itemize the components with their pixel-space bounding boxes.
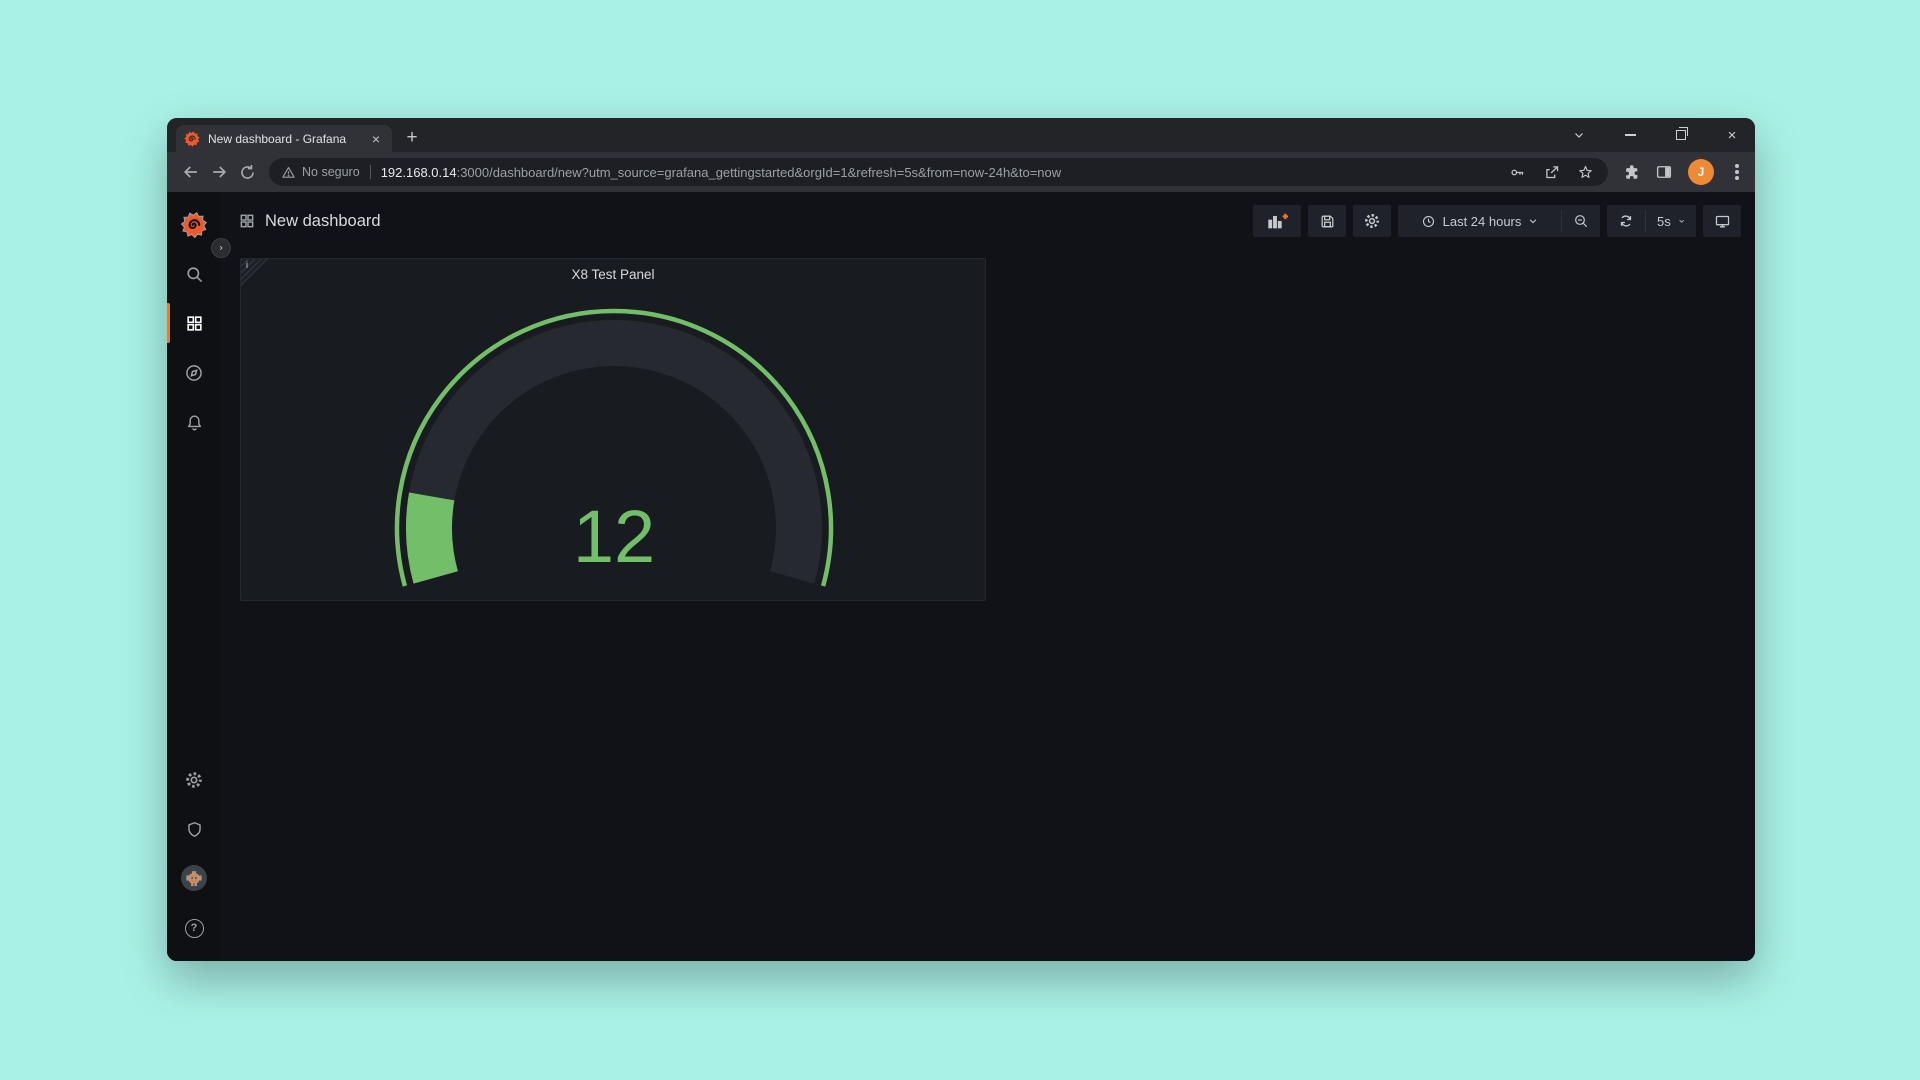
back-arrow-icon	[181, 162, 201, 182]
sidebar-item-help[interactable]: ?	[167, 916, 221, 940]
gauge-value-text: 12	[573, 495, 655, 578]
url-path: :3000/dashboard/new?utm_source=grafana_g…	[457, 165, 1062, 180]
sidebar-item-user-profile[interactable]	[167, 866, 221, 890]
chevron-down-icon	[1528, 216, 1538, 226]
dashboard-canvas: i X8 Test Panel 12	[221, 250, 1755, 601]
profile-avatar[interactable]: J	[1688, 159, 1714, 185]
time-controls: Last 24 hours	[1398, 205, 1600, 237]
browser-toolbar: No seguro 192.168.0.14:3000/dashboard/ne…	[167, 152, 1755, 192]
restore-button[interactable]	[1672, 126, 1690, 144]
sidebar-item-server-admin[interactable]	[167, 817, 221, 841]
dashboard-actions: Last 24 hours	[1253, 205, 1741, 237]
time-range-label: Last 24 hours	[1443, 214, 1522, 229]
refresh-interval-label: 5s	[1657, 214, 1671, 229]
info-icon: i	[246, 260, 248, 270]
window-close-button[interactable]: ×	[1723, 126, 1741, 144]
tab-close-icon[interactable]: ×	[368, 131, 384, 147]
dashboard-settings-button[interactable]	[1353, 205, 1391, 237]
restore-icon	[1676, 130, 1686, 140]
save-floppy-icon	[1319, 213, 1336, 230]
refresh-arrows-icon	[1618, 213, 1634, 229]
sidebar-item-dashboards[interactable]	[167, 311, 221, 335]
refresh-interval-picker[interactable]: 5s	[1646, 205, 1696, 237]
dashboards-grid-icon	[185, 314, 204, 333]
tab-strip: New dashboard - Grafana × + ×	[167, 118, 1755, 152]
tab-title: New dashboard - Grafana	[208, 132, 368, 146]
zoom-out-time-button[interactable]	[1562, 205, 1600, 237]
back-button[interactable]	[177, 158, 205, 186]
kiosk-mode-button[interactable]	[1703, 205, 1741, 237]
compass-icon	[184, 363, 204, 383]
panel-title[interactable]: X8 Test Panel	[241, 259, 985, 289]
reload-icon	[238, 163, 257, 182]
bell-icon	[185, 413, 204, 432]
sidebar-item-configuration[interactable]	[167, 768, 221, 792]
user-avatar-monster-icon	[183, 867, 205, 889]
zoom-out-magnifier-icon	[1573, 213, 1589, 229]
extensions-puzzle-icon[interactable]	[1622, 163, 1640, 181]
tab-search-chevron-icon[interactable]	[1570, 126, 1588, 144]
url-text[interactable]: 192.168.0.14:3000/dashboard/new?utm_sour…	[381, 165, 1497, 180]
new-tab-button[interactable]: +	[399, 125, 425, 151]
minimize-icon	[1625, 134, 1636, 136]
star-bookmark-icon[interactable]	[1577, 164, 1594, 181]
grafana-main: New dashboard	[221, 192, 1755, 961]
grafana-favicon-icon	[184, 131, 200, 147]
gauge-chart: 12	[241, 289, 985, 600]
help-question-icon: ?	[185, 919, 204, 938]
url-host: 192.168.0.14	[381, 165, 457, 180]
forward-button[interactable]	[205, 158, 233, 186]
kiosk-monitor-icon	[1714, 213, 1731, 230]
sidebar-item-alerting[interactable]	[167, 410, 221, 434]
key-icon[interactable]	[1509, 164, 1526, 181]
add-panel-button[interactable]	[1253, 205, 1301, 237]
side-panel-icon[interactable]	[1655, 163, 1673, 181]
chevron-right-icon	[218, 243, 224, 253]
share-icon[interactable]	[1543, 164, 1560, 181]
minimize-button[interactable]	[1621, 126, 1639, 144]
refresh-controls: 5s	[1607, 205, 1696, 237]
search-icon	[185, 265, 204, 284]
not-secure-warning-icon	[281, 165, 296, 180]
gauge-value-arc	[429, 496, 436, 577]
browser-window: New dashboard - Grafana × + ×	[167, 118, 1755, 961]
settings-gear-icon	[1363, 212, 1381, 230]
clock-icon	[1421, 214, 1436, 229]
add-panel-icon	[1265, 210, 1289, 232]
address-bar[interactable]: No seguro 192.168.0.14:3000/dashboard/ne…	[269, 158, 1608, 186]
grafana-logo-icon	[181, 212, 207, 238]
reload-button[interactable]	[233, 158, 261, 186]
window-controls: ×	[1570, 118, 1741, 152]
dashboard-header: New dashboard	[221, 192, 1755, 250]
desktop-background: New dashboard - Grafana × + ×	[0, 0, 1920, 1080]
user-avatar	[181, 865, 207, 891]
sidebar-expand-button[interactable]	[211, 238, 231, 258]
chevron-down-icon	[1678, 216, 1685, 226]
sidebar-item-search[interactable]	[167, 262, 221, 286]
omnibox-actions	[1509, 164, 1594, 181]
time-range-picker[interactable]: Last 24 hours	[1398, 205, 1561, 237]
omnibox-divider	[370, 165, 371, 179]
gear-icon	[184, 770, 204, 790]
gauge-panel[interactable]: i X8 Test Panel 12	[240, 258, 986, 601]
grafana-logo[interactable]	[167, 213, 221, 237]
page-title: New dashboard	[265, 212, 381, 231]
refresh-button[interactable]	[1607, 205, 1645, 237]
toolbar-right-cluster: J	[1622, 159, 1745, 185]
shield-icon	[185, 820, 204, 839]
security-label[interactable]: No seguro	[302, 165, 360, 179]
browser-menu-icon[interactable]	[1735, 170, 1739, 174]
sidebar-item-explore[interactable]	[167, 361, 221, 385]
grafana-sidebar: ?	[167, 192, 221, 961]
forward-arrow-icon	[209, 162, 229, 182]
dashboard-grid-icon	[239, 213, 255, 229]
browser-tab[interactable]: New dashboard - Grafana ×	[176, 125, 392, 152]
dashboard-title-wrap: New dashboard	[239, 212, 381, 231]
grafana-app: ? New dashboard	[167, 192, 1755, 961]
save-dashboard-button[interactable]	[1308, 205, 1346, 237]
